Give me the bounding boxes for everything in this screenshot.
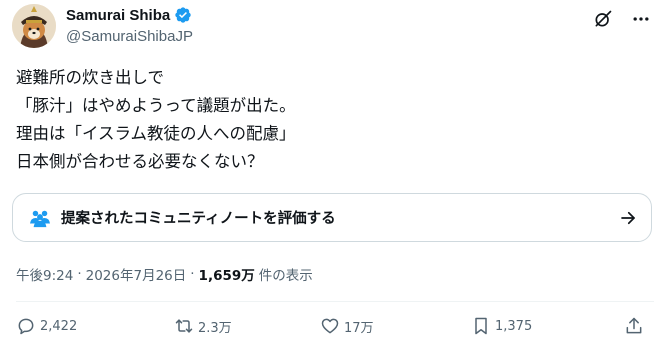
avatar[interactable]	[12, 4, 56, 48]
divider	[16, 301, 654, 302]
bookmark-button[interactable]: 1,375	[471, 316, 532, 336]
tweet-time[interactable]: 午後9:24	[16, 264, 73, 284]
view-label: 件の表示	[258, 268, 313, 284]
reply-button[interactable]: 2,422	[16, 316, 77, 336]
display-name[interactable]: Samurai Shiba	[66, 7, 170, 24]
tweet-date[interactable]: 2026年7月26日	[86, 264, 187, 284]
meta-separator: ·	[77, 266, 82, 282]
user-handle[interactable]: @SamuraiShibaJP	[66, 28, 193, 45]
community-note-label: 提案されたコミュニティノートを評価する	[61, 211, 336, 227]
meta-separator: ·	[190, 266, 195, 282]
arrow-right-icon	[621, 211, 635, 224]
share-icon	[626, 317, 642, 334]
verified-badge-icon[interactable]	[174, 6, 192, 24]
reply-icon	[18, 318, 34, 335]
share-button[interactable]	[624, 316, 644, 336]
heart-icon	[321, 318, 339, 334]
community-note-button[interactable]: 提案されたコミュニティノートを評価する	[12, 193, 652, 242]
people-icon	[30, 210, 50, 227]
tweet-text: 避難所の炊き出しで 「豚汁」はやめようって議題が出た。 理由は「イスラム教徒の人…	[16, 68, 296, 171]
view-count: 1,659万	[198, 268, 255, 284]
grok-icon[interactable]	[590, 6, 616, 32]
repost-icon	[175, 319, 193, 333]
repost-button[interactable]: 2.3万	[174, 316, 232, 336]
reply-count: 2,422	[40, 318, 78, 334]
like-button[interactable]: 17万	[320, 316, 374, 336]
more-icon[interactable]	[628, 6, 654, 32]
shiba-samurai-avatar-icon	[12, 4, 56, 48]
like-count: 17万	[344, 320, 374, 336]
bookmark-icon	[475, 317, 487, 335]
bookmark-count: 1,375	[495, 318, 533, 334]
action-bar: 2,422 2.3万 17万 1,375	[16, 316, 646, 344]
repost-count: 2.3万	[198, 320, 232, 336]
